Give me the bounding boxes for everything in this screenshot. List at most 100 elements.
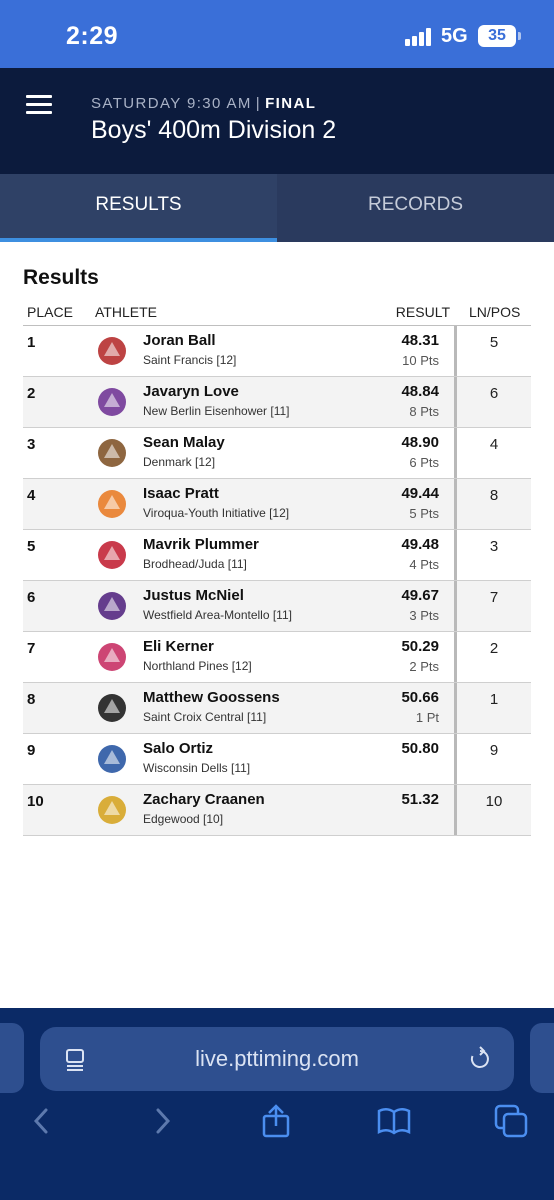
team-logo: [95, 640, 129, 674]
place-cell: 4: [27, 479, 35, 504]
eagle-logo: [98, 643, 126, 671]
lane-cell: 7: [454, 581, 531, 631]
result-points: 3 Pts: [409, 608, 439, 623]
cellular-signal-icon: [405, 28, 433, 46]
lane-cell: 10: [454, 785, 531, 835]
result-points: 2 Pts: [409, 659, 439, 674]
result-points: 4 Pts: [409, 557, 439, 572]
athlete-team: Edgewood [10]: [143, 812, 224, 826]
result-points: 6 Pts: [409, 455, 439, 470]
lane-cell: 4: [454, 428, 531, 478]
place-number: 1: [27, 334, 36, 351]
athlete-name[interactable]: Joran Ball: [143, 332, 236, 349]
knight-logo: [98, 337, 126, 365]
result-cell: 48.84 8 Pts: [401, 377, 439, 419]
back-icon[interactable]: [26, 1104, 60, 1138]
lane-cell: 2: [454, 632, 531, 682]
place-number: 2: [27, 385, 36, 402]
place-cell: 6: [27, 581, 35, 606]
table-header: PLACE ATHLETE RESULT LN/POS: [23, 300, 531, 326]
result-time: 49.48: [401, 536, 439, 553]
viking-logo: [98, 439, 126, 467]
table-row[interactable]: 9 Salo Ortiz Wisconsin Dells [11] 50.80 9: [23, 734, 531, 785]
athlete-cell: Sean Malay Denmark [12]: [143, 428, 225, 469]
hamburger-menu-icon[interactable]: [26, 95, 54, 115]
athlete-team: Viroqua-Youth Initiative [12]: [143, 506, 290, 520]
lane-cell: 8: [454, 479, 531, 529]
table-row[interactable]: 2 Javaryn Love New Berlin Eisenhower [11] 4…: [23, 377, 531, 428]
athlete-team: New Berlin Eisenhower [11]: [143, 404, 290, 418]
athlete-name[interactable]: Mavrik Plummer: [143, 536, 259, 553]
result-cell: 49.44 5 Pts: [401, 479, 439, 521]
share-icon[interactable]: [259, 1104, 293, 1138]
next-tab-card[interactable]: [530, 1023, 554, 1093]
previous-tab-card[interactable]: [0, 1023, 24, 1093]
reload-icon[interactable]: [468, 1046, 492, 1072]
result-points: 10 Pts: [402, 353, 439, 368]
athlete-name[interactable]: Javaryn Love: [143, 383, 290, 400]
place-number: 5: [27, 538, 36, 555]
table-row[interactable]: 4 Isaac Pratt Viroqua-Youth Initiative [12…: [23, 479, 531, 530]
result-cell: 48.90 6 Pts: [401, 428, 439, 470]
result-time: 51.32: [401, 791, 439, 808]
athlete-name[interactable]: Matthew Goossens: [143, 689, 280, 706]
athlete-name[interactable]: Isaac Pratt: [143, 485, 289, 502]
result-cell: 50.66 1 Pt: [401, 683, 439, 725]
team-logo: [95, 691, 129, 725]
athlete-name[interactable]: Justus McNiel: [143, 587, 292, 604]
place-number: 9: [27, 742, 36, 759]
team-logo: [95, 742, 129, 776]
athlete-name[interactable]: Salo Ortiz: [143, 740, 250, 757]
table-row[interactable]: 8 Matthew Goossens Saint Croix Central [11…: [23, 683, 531, 734]
event-status: FINAL: [265, 95, 317, 112]
lane-number: 5: [489, 334, 499, 351]
athlete-cell: Isaac Pratt Viroqua-Youth Initiative [12]: [143, 479, 289, 520]
athlete-cell: Justus McNiel Westfield Area-Montello [11…: [143, 581, 292, 622]
lane-number: 9: [489, 742, 499, 759]
table-row[interactable]: 5 Mavrik Plummer Brodhead/Juda [11] 49.48 4 …: [23, 530, 531, 581]
result-time: 49.67: [401, 587, 439, 604]
tab-results[interactable]: RESULTS: [0, 174, 277, 242]
result-points: 8 Pts: [409, 404, 439, 419]
athlete-name[interactable]: Sean Malay: [143, 434, 225, 451]
column-header-result: RESULT: [395, 304, 450, 320]
team-logo: [95, 385, 129, 419]
athlete-name[interactable]: Zachary Craanen: [143, 791, 265, 808]
results-rows: 1 Joran Ball Saint Francis [12] 48.31 10 Pts…: [23, 326, 531, 836]
tabs-icon[interactable]: [494, 1104, 528, 1138]
lane-cell: 3: [454, 530, 531, 580]
team-logo: [95, 436, 129, 470]
result-time: 48.31: [401, 332, 439, 349]
column-header-place: PLACE: [27, 304, 73, 320]
result-cell: 48.31 10 Pts: [401, 326, 439, 368]
table-row[interactable]: 7 Eli Kerner Northland Pines [12] 50.29 2 Pt…: [23, 632, 531, 683]
cardinal-logo: [98, 541, 126, 569]
table-row[interactable]: 10 Zachary Craanen Edgewood [10] 51.32 10: [23, 785, 531, 836]
athlete-cell: Zachary Craanen Edgewood [10]: [143, 785, 265, 826]
place-number: 3: [27, 436, 36, 453]
battery-icon: 35: [478, 25, 516, 47]
result-points: 1 Pt: [415, 710, 439, 725]
athlete-name[interactable]: Eli Kerner: [143, 638, 252, 655]
athlete-team: Northland Pines [12]: [143, 659, 252, 673]
table-row[interactable]: 3 Sean Malay Denmark [12] 48.90 6 Pts 4: [23, 428, 531, 479]
lane-number: 1: [489, 691, 499, 708]
tab-records[interactable]: RECORDS: [277, 174, 554, 242]
forward-icon[interactable]: [144, 1104, 178, 1138]
place-number: 6: [27, 589, 36, 606]
athlete-team: Denmark [12]: [143, 455, 216, 469]
place-number: 8: [27, 691, 36, 708]
table-row[interactable]: 6 Justus McNiel Westfield Area-Montello [1…: [23, 581, 531, 632]
table-row[interactable]: 1 Joran Ball Saint Francis [12] 48.31 10 Pts…: [23, 326, 531, 377]
lane-cell: 9: [454, 734, 531, 784]
panther-logo: [98, 694, 126, 722]
address-bar[interactable]: live.pttiming.com: [40, 1027, 514, 1091]
bookmarks-icon[interactable]: [377, 1104, 411, 1138]
results-heading: Results: [23, 266, 99, 289]
result-points: 5 Pts: [409, 506, 439, 521]
blackhawk-logo: [98, 490, 126, 518]
team-logo: [95, 538, 129, 572]
status-time: 2:29: [66, 22, 119, 50]
lane-number: 6: [489, 385, 499, 402]
event-day-time: SATURDAY 9:30 AM: [91, 95, 252, 112]
